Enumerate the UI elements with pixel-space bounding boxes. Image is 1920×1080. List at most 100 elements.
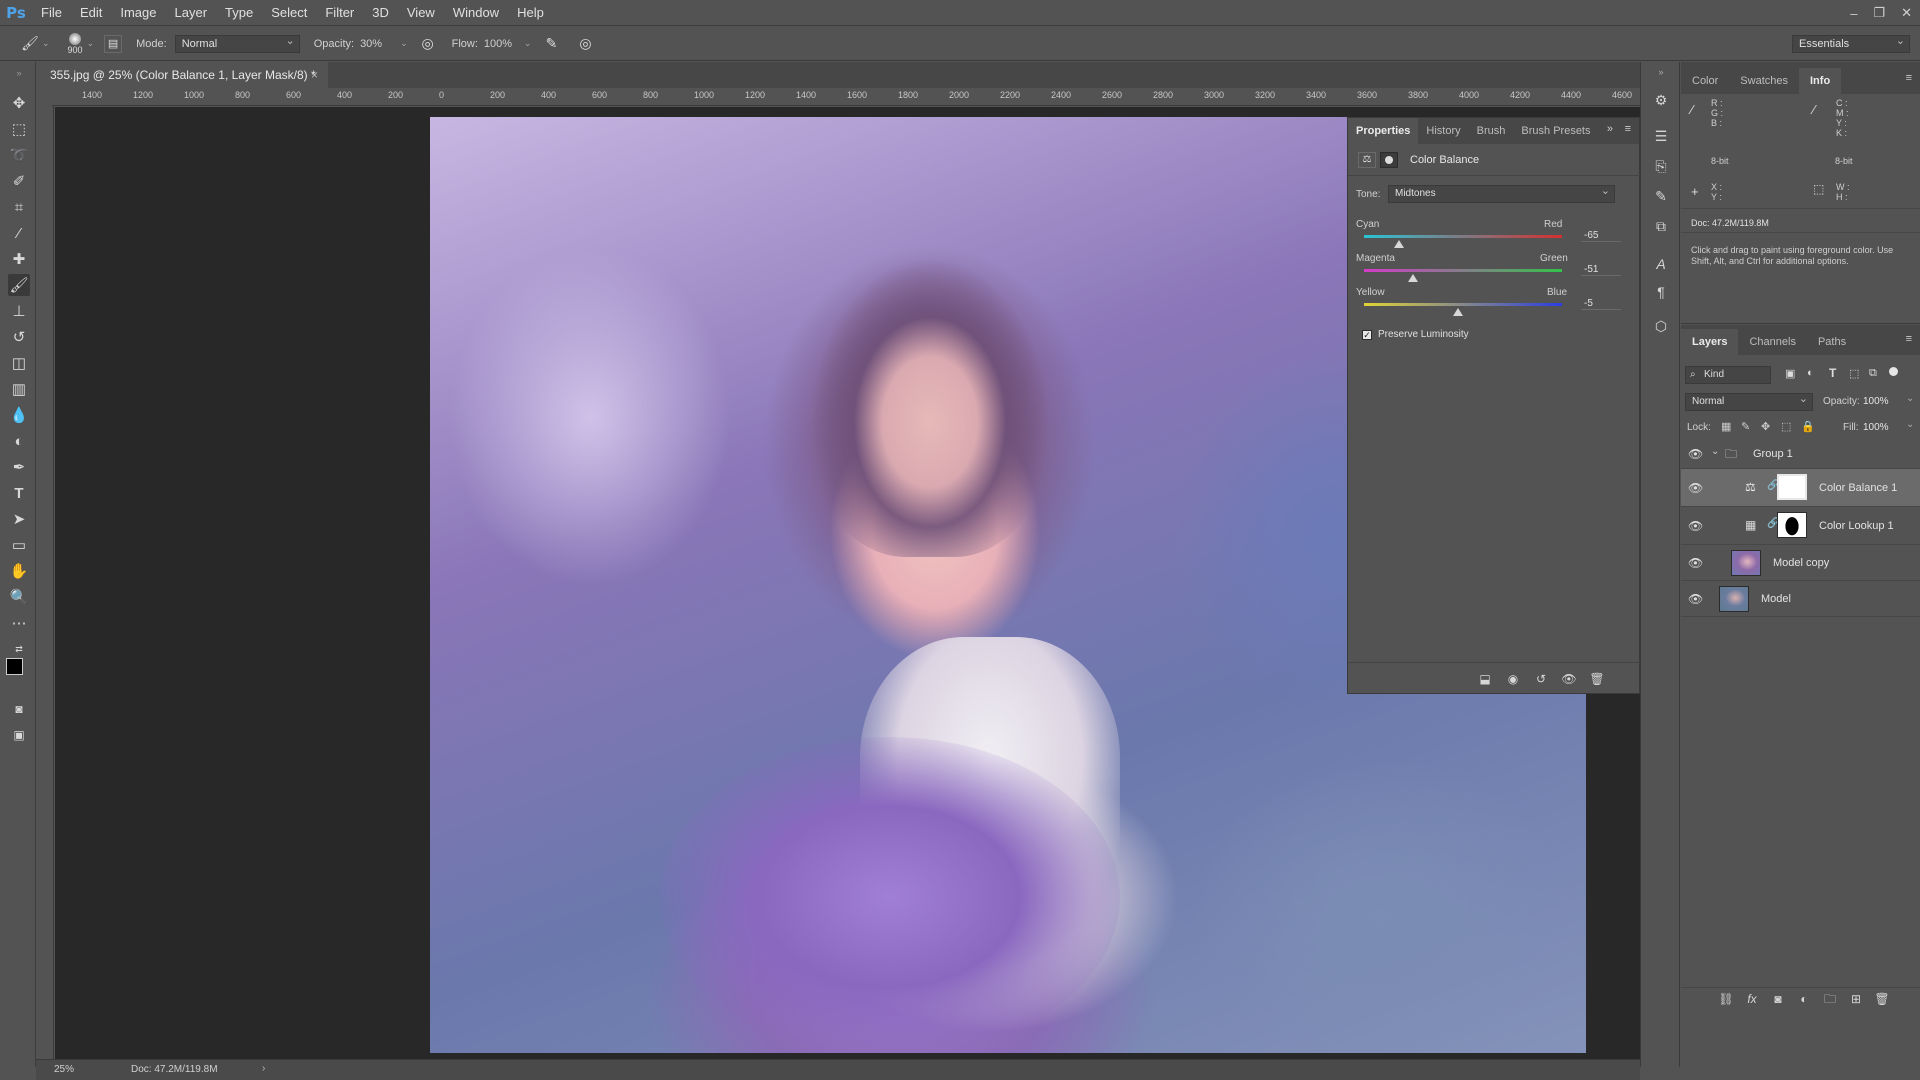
cyan-red-track[interactable] [1364,235,1562,238]
layer-model[interactable]: 👁 Model [1681,581,1920,617]
visibility-eye-icon[interactable]: 👁 [1688,519,1703,533]
pen-tool-icon[interactable]: ✒ [8,456,30,478]
menu-help[interactable]: Help [508,0,553,26]
tool-presets-icon[interactable]: ⚙ [1651,90,1671,110]
brush-preset-picker[interactable]: 900 [68,32,83,55]
status-menu-arrow-icon[interactable]: › [262,1063,265,1074]
clone-stamp-tool-icon[interactable]: ⊥ [8,300,30,322]
tab-layers[interactable]: Layers [1681,329,1739,355]
filter-kind-select[interactable]: ⌕ Kind [1685,366,1771,384]
visibility-eye-icon[interactable]: 👁 [1688,447,1703,461]
pressure-opacity-icon[interactable]: ◎ [418,34,438,54]
eraser-tool-icon[interactable]: ◫ [8,352,30,374]
crop-tool-icon[interactable]: ⌗ [8,196,30,218]
properties-icon[interactable]: ⧉ [1651,216,1671,236]
close-button[interactable]: ✕ [1901,5,1912,21]
delete-layer-icon[interactable]: 🗑 [1873,990,1891,1008]
hand-tool-icon[interactable]: ✋ [8,560,30,582]
brush-picker-chevron-icon[interactable]: ⌄ [87,38,95,49]
layer-group-1[interactable]: 👁 ⌄ 🗀 Group 1 [1681,437,1920,469]
yellow-blue-track[interactable] [1364,303,1562,306]
history-icon[interactable]: ⎘ [1651,156,1671,176]
airbrush-icon[interactable]: ✎ [541,34,561,54]
3d-icon[interactable]: ⬡ [1651,316,1671,336]
tab-history[interactable]: History [1418,118,1468,144]
zoom-level[interactable]: 25% [54,1064,74,1075]
reset-icon[interactable]: ↺ [1532,670,1550,688]
filter-pixel-icon[interactable]: ▣ [1785,367,1795,380]
tab-brush[interactable]: Brush [1469,118,1514,144]
new-layer-icon[interactable]: ⊞ [1847,990,1865,1008]
visibility-eye-icon[interactable]: 👁 [1688,592,1703,606]
menu-file[interactable]: File [32,0,71,26]
healing-brush-tool-icon[interactable]: ✚ [8,248,30,270]
link-layers-icon[interactable]: ⛓ [1717,990,1735,1008]
visibility-eye-icon[interactable]: 👁 [1688,481,1703,495]
menu-window[interactable]: Window [444,0,508,26]
path-selection-tool-icon[interactable]: ➤ [8,508,30,530]
zoom-tool-icon[interactable]: 🔍 [8,586,30,608]
cyan-red-value[interactable]: -65 [1581,230,1621,242]
character-icon[interactable]: A [1651,254,1671,274]
group-expand-chevron-icon[interactable]: ⌄ [1711,446,1719,457]
add-mask-icon[interactable]: ◙ [1769,990,1787,1008]
blur-tool-icon[interactable]: 💧 [8,404,30,426]
brush-tool-selected-icon[interactable]: 🖌 [8,274,30,296]
blend-mode-select[interactable]: Normal [1685,391,1813,411]
lock-image-icon[interactable]: ✎ [1741,420,1750,433]
cmyk-eyedropper-icon[interactable]: ⁄ [1813,102,1815,117]
tool-preset-chevron-icon[interactable]: ⌄ [42,38,50,49]
flow-chevron-icon[interactable]: ⌄ [524,38,532,49]
tab-info[interactable]: Info [1799,68,1842,94]
document-tab-close-icon[interactable]: × [311,62,318,88]
menu-layer[interactable]: Layer [166,0,217,26]
visibility-icon[interactable]: 👁 [1560,670,1578,688]
foreground-color-swatch[interactable] [6,658,23,675]
filter-shape-icon[interactable]: ⬚ [1849,367,1859,380]
eyedropper-tool-icon[interactable]: ⁄ [8,222,30,244]
lock-artboard-icon[interactable]: ⬚ [1781,420,1791,433]
tab-properties[interactable]: Properties [1348,118,1419,144]
opacity-chevron-icon[interactable]: ⌄ [400,38,408,49]
quick-select-tool-icon[interactable]: ✐ [8,170,30,192]
fill-chevron-icon[interactable]: ⌄ [1906,419,1914,430]
menu-select[interactable]: Select [262,0,316,26]
tab-paths[interactable]: Paths [1807,329,1857,355]
mode-select[interactable]: Normal [174,33,300,53]
preserve-luminosity-row[interactable]: ✓ Preserve Luminosity [1362,329,1469,340]
panel-collapse-icon[interactable]: » [1607,123,1613,135]
layer-mask-icon[interactable] [1380,152,1398,168]
shape-tool-icon[interactable]: ▭ [8,534,30,556]
tab-brush-presets[interactable]: Brush Presets [1513,118,1598,144]
swap-colors-icon[interactable]: ⇄ [8,638,30,660]
dodge-tool-icon[interactable]: ◐ [8,430,30,452]
quick-mask-icon[interactable]: ◙ [8,698,30,720]
magenta-green-value[interactable]: -51 [1581,264,1621,276]
layer-model-copy[interactable]: 👁 Model copy [1681,545,1920,581]
fill-value[interactable]: 100% [1863,422,1889,433]
magenta-green-track[interactable] [1364,269,1562,272]
tab-channels[interactable]: Channels [1738,329,1806,355]
adjustments-icon[interactable]: ☰ [1651,126,1671,146]
menu-3d[interactable]: 3D [363,0,398,26]
document-tab[interactable]: 355.jpg @ 25% (Color Balance 1, Layer Ma… [36,62,328,88]
tab-swatches[interactable]: Swatches [1729,68,1799,94]
info-panel-menu-icon[interactable]: ≡ [1906,72,1912,84]
flow-value[interactable]: 100% [484,38,524,50]
gradient-tool-icon[interactable]: ▥ [8,378,30,400]
yellow-blue-thumb[interactable] [1453,308,1464,316]
opacity-value[interactable]: 30% [360,38,400,50]
toolbar-collapse-icon[interactable]: » [8,62,30,84]
lock-position-icon[interactable]: ✥ [1761,420,1770,433]
menu-edit[interactable]: Edit [71,0,111,26]
visibility-eye-icon[interactable]: 👁 [1688,556,1703,570]
strip-expand-icon[interactable]: » [1651,62,1671,82]
new-adjustment-layer-icon[interactable]: ◐ [1795,990,1813,1008]
more-tools-icon[interactable]: ⋯ [8,612,30,634]
tone-select[interactable]: Midtones [1388,183,1615,203]
brush-presets-icon[interactable]: ✎ [1651,186,1671,206]
pressure-size-icon[interactable]: ◎ [575,34,595,54]
filter-type-icon[interactable]: T [1829,366,1836,380]
layers-panel-menu-icon[interactable]: ≡ [1906,333,1912,345]
paragraph-icon[interactable]: ¶ [1651,282,1671,302]
